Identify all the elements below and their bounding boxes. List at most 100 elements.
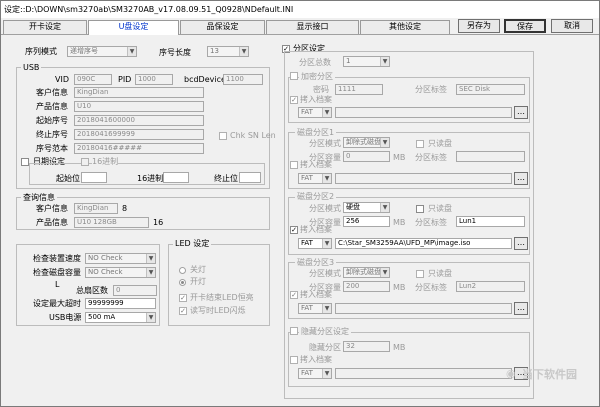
disk3-tag-field[interactable]: Lun2 (456, 281, 525, 292)
disk2-cap-field[interactable]: 256 (343, 216, 390, 227)
disk1-group-title: 磁盘分区1 (295, 128, 337, 137)
disk2-mode-select[interactable]: 硬盘 ▼ (343, 202, 390, 213)
watermark-logo-icon: ◉ (506, 367, 516, 380)
led-opt2-checkbox[interactable]: ✓ (179, 307, 187, 315)
timeout-label: 设定最大超时 (33, 299, 81, 308)
tab-other[interactable]: 其他设定 (360, 20, 450, 34)
disk3-cap-field[interactable]: 200 (343, 281, 390, 292)
total-sectors-field[interactable]: 0 (113, 285, 157, 296)
disk1-load-checkbox[interactable] (290, 161, 298, 169)
date-setting-checkbox[interactable] (21, 158, 29, 166)
enc-password-label: 密码 (313, 85, 329, 94)
enc-load-checkbox[interactable]: ✓ (290, 96, 298, 104)
disk3-mode-select[interactable]: 卸除式磁盘 ▼ (343, 267, 390, 278)
hidden-fs-select[interactable]: FAT ▼ (298, 368, 332, 379)
disk2-load-checkbox[interactable]: ✓ (290, 226, 298, 234)
disk2-fs-select[interactable]: FAT ▼ (298, 238, 332, 249)
led-on-label: 开灯 (190, 277, 206, 286)
save-button[interactable]: 保存 (504, 19, 546, 33)
led-opt1-checkbox[interactable]: ✓ (179, 294, 187, 302)
start-pos-field[interactable] (81, 172, 107, 183)
enc-tag-field[interactable]: SEC Disk (456, 84, 525, 95)
start-serial-field[interactable]: 2018041600000 (74, 115, 204, 126)
hidden-checkbox[interactable] (290, 327, 298, 335)
chevron-down-icon: ▼ (322, 108, 331, 117)
query-product-length: 16 (153, 218, 164, 227)
disk1-cap-field[interactable]: 0 (343, 151, 390, 162)
partition-total-select[interactable]: 1 ▼ (343, 56, 390, 67)
chevron-down-icon: ▼ (322, 304, 331, 313)
disk1-fs-select[interactable]: FAT ▼ (298, 173, 332, 184)
tab-display[interactable]: 显示接口 (266, 20, 359, 34)
save-as-button[interactable]: 另存为 (458, 19, 500, 33)
tab-card-open[interactable]: 开卡设定 (3, 20, 87, 34)
enc-browse-button[interactable]: … (514, 106, 528, 119)
product-info-field[interactable]: U10 (74, 101, 204, 112)
query-customer-field[interactable]: KingDian (74, 203, 118, 214)
disk3-load-label: 拷入档案 (300, 290, 332, 299)
led-on-radio[interactable] (179, 279, 186, 286)
end-pos-label: 终止位 (214, 174, 238, 183)
end-pos-field[interactable] (239, 172, 261, 183)
chevron-down-icon: ▼ (322, 174, 331, 183)
disk3-readonly-checkbox[interactable] (416, 270, 424, 278)
tab-quality[interactable]: 品保设定 (180, 20, 265, 34)
end-serial-field[interactable]: 2018041699999 (74, 129, 204, 140)
hidden-cap-field[interactable]: 32 (343, 341, 390, 352)
serial-mode-select[interactable]: 递增序号 ▼ (67, 46, 137, 57)
serial-length-select[interactable]: 13 ▼ (207, 46, 249, 57)
serial-length-label: 序号长度 (159, 48, 191, 57)
watermark-text: 当下软件园 (522, 368, 577, 381)
chevron-down-icon: ▼ (380, 57, 389, 66)
end-serial-label: 终止序号 (36, 130, 68, 139)
disk2-path-field[interactable]: C:\Star_SM3259AA\UFD_MP\image.iso (335, 238, 512, 249)
disk1-fs-value: FAT (301, 174, 313, 182)
disk1-tag-field[interactable] (456, 151, 525, 162)
disk3-readonly-label: 只读盘 (428, 269, 452, 278)
tab-udisk[interactable]: U盘设定 (88, 20, 179, 35)
tab-bar: 开卡设定 U盘设定 品保设定 显示接口 其他设定 另存为 保存 取消 (1, 18, 599, 35)
disk3-path-field[interactable] (335, 303, 512, 314)
cancel-button[interactable]: 取消 (551, 19, 593, 33)
customer-info-field[interactable]: KingDian (74, 87, 204, 98)
enc-path-field[interactable] (335, 107, 512, 118)
disk2-readonly-checkbox[interactable] (416, 205, 424, 213)
disk1-mode-select[interactable]: 卸除式磁盘 ▼ (343, 137, 390, 148)
usb-power-select[interactable]: 500 mA ▼ (85, 312, 156, 323)
bcd-label: bcdDevice (184, 75, 226, 84)
disk3-load-checkbox[interactable]: ✓ (290, 291, 298, 299)
pid-field[interactable]: 1000 (135, 74, 173, 85)
hex16-checkbox[interactable] (81, 158, 89, 166)
chk-sn-len-checkbox[interactable] (219, 132, 227, 140)
disk1-readonly-checkbox[interactable] (416, 140, 424, 148)
serial-sample-field[interactable]: 20180416##### (74, 143, 204, 154)
disk1-path-field[interactable] (335, 173, 512, 184)
hidden-load-checkbox[interactable] (290, 356, 298, 364)
hex16-pos-field[interactable] (163, 172, 189, 183)
bcd-field[interactable]: 1100 (223, 74, 263, 85)
enc-fs-select[interactable]: FAT ▼ (298, 107, 332, 118)
disk3-fs-select[interactable]: FAT ▼ (298, 303, 332, 314)
disk1-tag-label: 分区标签 (415, 153, 447, 162)
l-label: L (55, 280, 60, 289)
disk2-browse-button[interactable]: … (514, 237, 528, 250)
vid-field[interactable]: 090C (74, 74, 112, 85)
enc-checkbox[interactable] (290, 72, 298, 80)
enc-password-field[interactable]: 1111 (335, 84, 383, 95)
disk2-tag-field[interactable]: Lun1 (456, 216, 525, 227)
disk1-mode-label: 分区模式 (309, 139, 341, 148)
disk1-unit: MB (393, 153, 406, 162)
led-off-radio[interactable] (179, 267, 186, 274)
timeout-field[interactable]: 99999999 (85, 298, 156, 309)
disk1-load-label: 拷入档案 (300, 160, 332, 169)
check-disk-value: NO Check (88, 268, 123, 276)
query-product-field[interactable]: U10 128GB (74, 217, 149, 228)
disk3-browse-button[interactable]: … (514, 302, 528, 315)
check-disk-select[interactable]: NO Check ▼ (85, 267, 156, 278)
disk2-tag-label: 分区标签 (415, 218, 447, 227)
check-speed-select[interactable]: NO Check ▼ (85, 253, 156, 264)
led-opt2-label: 读写时LED闪烁 (190, 306, 246, 315)
total-sectors-label: 总扇区数 (76, 286, 108, 295)
hidden-path-field[interactable] (335, 368, 512, 379)
disk1-browse-button[interactable]: … (514, 172, 528, 185)
